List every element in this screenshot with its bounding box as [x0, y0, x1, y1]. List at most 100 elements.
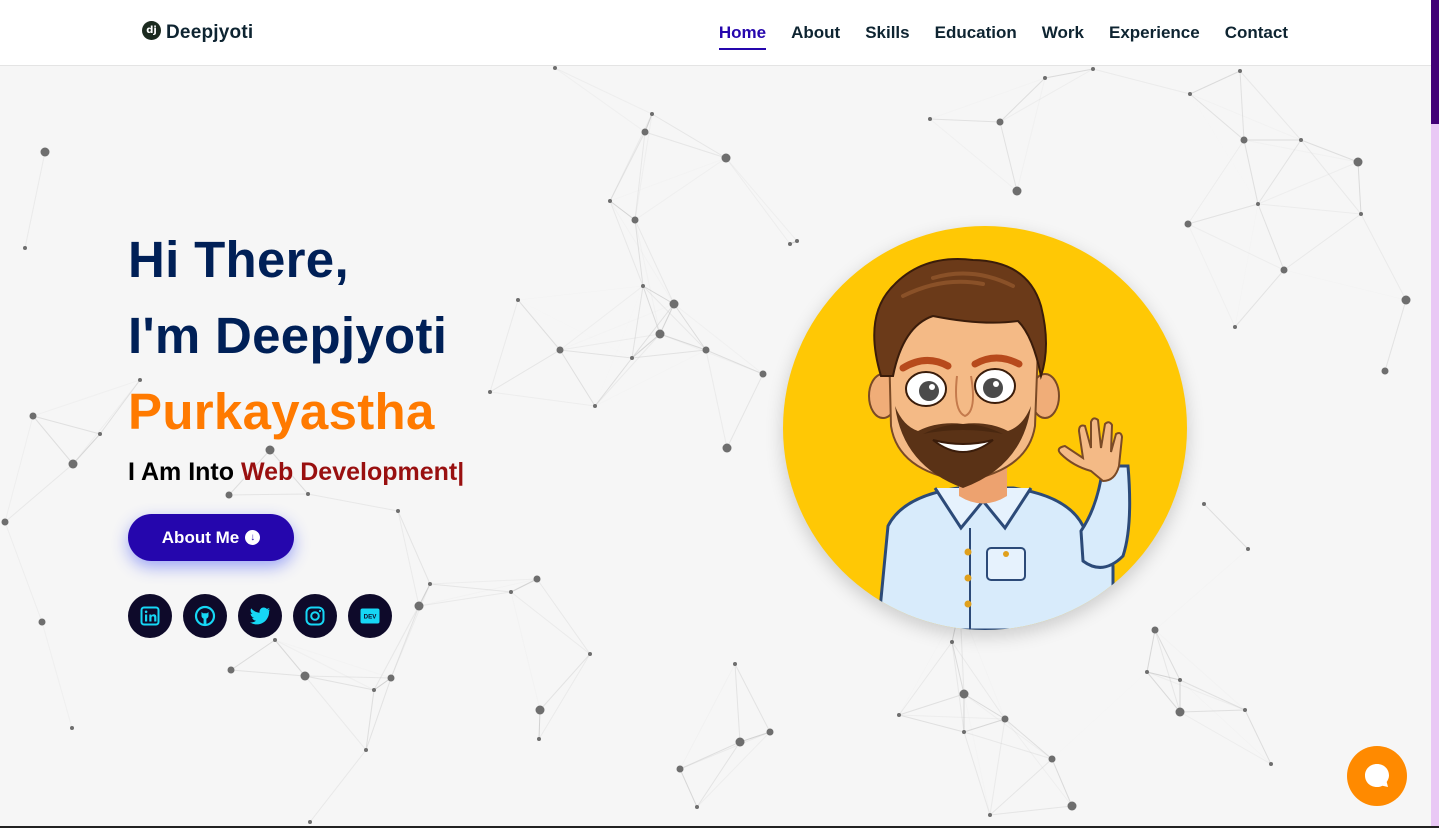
- network-node: [306, 492, 310, 496]
- nav-skills[interactable]: Skills: [865, 22, 909, 50]
- navbar: dj Deepjyoti Home About Skills Education…: [0, 0, 1431, 66]
- twitter-link[interactable]: [238, 594, 282, 638]
- network-line: [538, 653, 591, 740]
- nav-education[interactable]: Education: [935, 22, 1017, 50]
- network-node: [959, 689, 969, 699]
- nav-home[interactable]: Home: [718, 22, 767, 50]
- network-line: [631, 285, 644, 359]
- network-node: [1012, 186, 1022, 196]
- scrollbar-thumb[interactable]: [1431, 0, 1439, 124]
- network-node: [702, 346, 710, 354]
- nav-experience[interactable]: Experience: [1109, 22, 1200, 50]
- about-me-button[interactable]: About Me ↓: [128, 514, 294, 561]
- dev-link[interactable]: DEV: [348, 594, 392, 638]
- network-line: [1189, 70, 1241, 95]
- instagram-link[interactable]: [293, 594, 337, 638]
- typing-line: I Am Into Web Development|: [128, 458, 464, 487]
- github-link[interactable]: [183, 594, 227, 638]
- network-node: [608, 199, 612, 203]
- brand-icon: dj: [142, 21, 161, 40]
- network-line: [705, 349, 728, 449]
- network-line: [1357, 161, 1362, 215]
- network-line: [644, 131, 727, 159]
- network-line: [594, 333, 661, 407]
- network-node: [1091, 67, 1095, 71]
- network-node: [593, 404, 597, 408]
- network-line: [594, 349, 707, 407]
- network-line: [989, 758, 1053, 816]
- network-node: [928, 117, 932, 121]
- network-line: [1189, 93, 1302, 141]
- chat-bubble-icon: [1365, 764, 1389, 787]
- network-line: [1092, 68, 1191, 95]
- network-line: [1154, 629, 1181, 713]
- nav-work[interactable]: Work: [1042, 22, 1084, 50]
- network-node: [488, 390, 492, 394]
- network-line: [489, 391, 596, 407]
- network-node: [516, 298, 520, 302]
- network-node: [1243, 708, 1247, 712]
- nav-contact[interactable]: Contact: [1225, 22, 1288, 50]
- linkedin-link[interactable]: [128, 594, 172, 638]
- network-line: [510, 591, 541, 711]
- network-node: [414, 601, 424, 611]
- network-line: [1190, 94, 1258, 204]
- network-line: [999, 121, 1018, 192]
- brand-logo[interactable]: dj Deepjyoti: [142, 19, 253, 47]
- network-node: [68, 459, 78, 469]
- nav-about[interactable]: About: [791, 22, 840, 50]
- network-node: [641, 128, 649, 136]
- network-line: [734, 663, 741, 743]
- network-line: [1257, 203, 1285, 271]
- hero-greeting: Hi There,: [128, 231, 349, 288]
- network-line: [230, 639, 276, 671]
- network-line: [898, 714, 1006, 720]
- network-line: [418, 578, 538, 607]
- network-node: [1001, 715, 1009, 723]
- network-node: [300, 671, 310, 681]
- network-node: [641, 284, 645, 288]
- network-node: [372, 688, 376, 692]
- network-node: [795, 239, 799, 243]
- network-node: [655, 329, 665, 339]
- github-icon: [194, 605, 216, 627]
- network-node: [1151, 626, 1159, 634]
- network-line: [1243, 139, 1359, 163]
- network-node: [788, 242, 792, 246]
- network-node: [38, 618, 46, 626]
- network-line: [679, 768, 698, 808]
- network-node: [996, 118, 1004, 126]
- scrollbar-track[interactable]: [1431, 0, 1439, 828]
- network-node: [962, 730, 966, 734]
- network-line: [1239, 70, 1245, 141]
- network-line: [4, 463, 74, 523]
- arrow-down-circle-icon: ↓: [245, 530, 261, 545]
- typing-prefix: I Am Into: [128, 458, 235, 486]
- network-line: [1179, 711, 1272, 765]
- network-node: [537, 737, 541, 741]
- network-node: [98, 432, 102, 436]
- network-line: [510, 591, 591, 655]
- network-line: [4, 521, 43, 623]
- network-line: [725, 157, 791, 245]
- network-line: [1146, 629, 1156, 673]
- network-line: [539, 653, 591, 711]
- network-node: [588, 652, 592, 656]
- network-line: [705, 349, 764, 375]
- network-node: [533, 575, 541, 583]
- network-node: [1353, 157, 1363, 167]
- network-line: [1239, 70, 1302, 141]
- network-line: [309, 749, 367, 823]
- network-node: [1240, 136, 1248, 144]
- network-node: [1178, 678, 1182, 682]
- network-line: [963, 693, 991, 816]
- network-node: [721, 153, 731, 163]
- network-line: [418, 591, 512, 607]
- network-node: [695, 805, 699, 809]
- network-line: [518, 286, 643, 300]
- chat-widget-button[interactable]: [1347, 746, 1407, 806]
- network-line: [673, 303, 764, 375]
- network-line: [679, 663, 736, 770]
- network-node: [988, 813, 992, 817]
- network-line: [651, 113, 727, 159]
